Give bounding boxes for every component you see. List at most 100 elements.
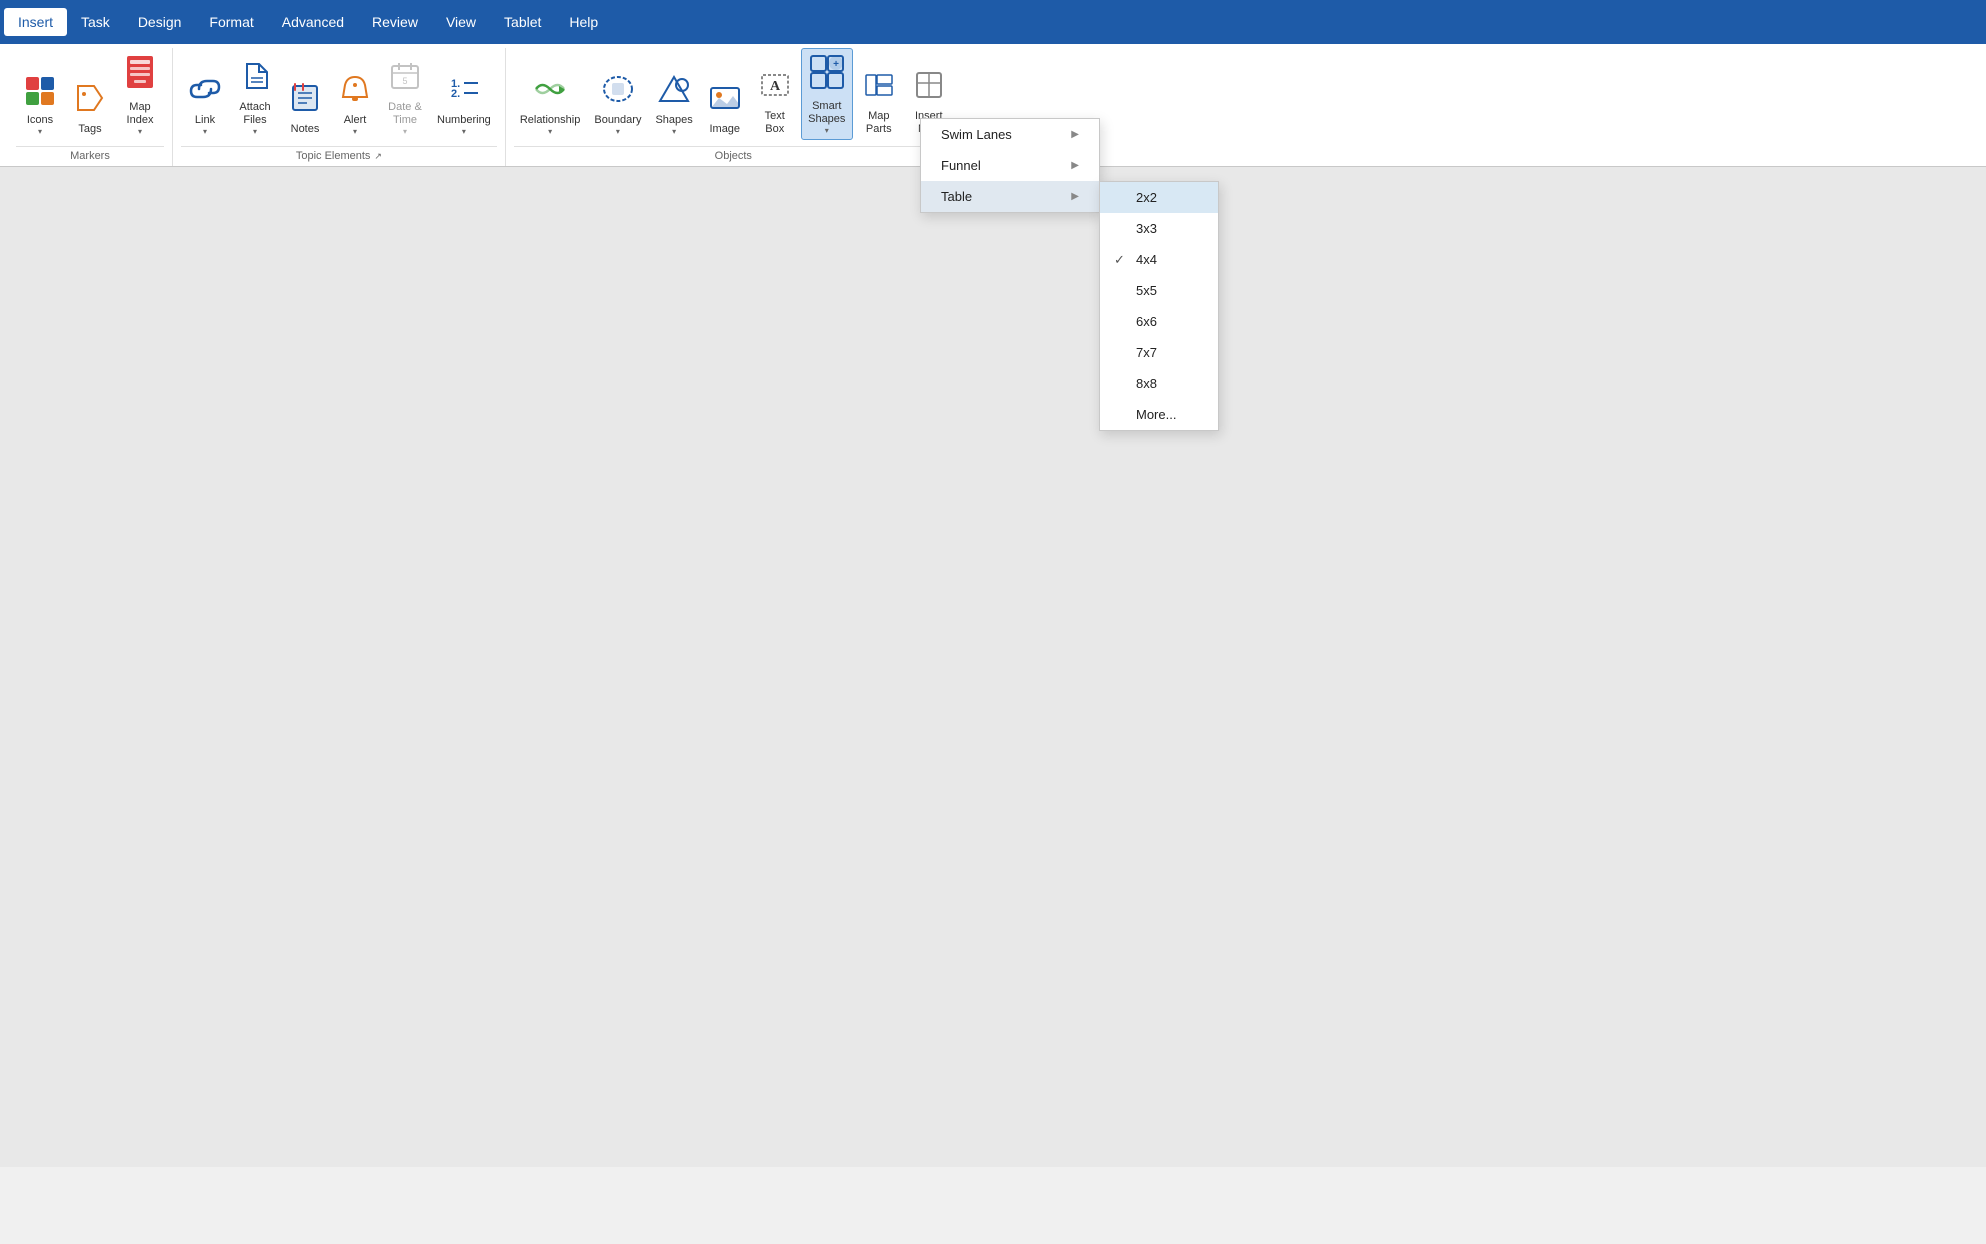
btn-date-time-label: Date &Time bbox=[388, 101, 422, 127]
map-index-dropdown-arrow: ▾ bbox=[138, 127, 142, 136]
smart-shapes-dropdown: Swim Lanes ▶ Funnel ▶ Table ▶ 2x2 bbox=[920, 118, 1100, 213]
btn-smart-shapes-label: SmartShapes bbox=[808, 100, 845, 126]
text-box-icon: A bbox=[759, 69, 791, 108]
menu-advanced[interactable]: Advanced bbox=[268, 8, 358, 36]
btn-icons[interactable]: Icons ▾ bbox=[16, 68, 64, 140]
4x4-label: 4x4 bbox=[1136, 252, 1157, 267]
6x6-label: 6x6 bbox=[1136, 314, 1157, 329]
menu-format[interactable]: Format bbox=[195, 8, 267, 36]
numbering-icon: 1. 2. bbox=[448, 73, 480, 112]
submenu-item-4x4[interactable]: ✓ 4x4 bbox=[1100, 244, 1218, 275]
numbering-dropdown-arrow: ▾ bbox=[462, 127, 466, 136]
notes-icon bbox=[289, 82, 321, 121]
submenu-item-2x2[interactable]: 2x2 bbox=[1100, 182, 1218, 213]
btn-date-time[interactable]: 5 Date &Time ▾ bbox=[381, 56, 429, 140]
btn-image-label: Image bbox=[709, 123, 740, 136]
btn-map-parts-label: MapParts bbox=[866, 110, 892, 136]
btn-attach-files[interactable]: AttachFiles ▾ bbox=[231, 56, 279, 140]
btn-shapes[interactable]: Shapes ▾ bbox=[649, 68, 698, 140]
menu-help[interactable]: Help bbox=[555, 8, 612, 36]
submenu-item-7x7[interactable]: 7x7 bbox=[1100, 337, 1218, 368]
btn-map-parts[interactable]: MapParts bbox=[855, 65, 903, 140]
link-dropdown-arrow: ▾ bbox=[203, 127, 207, 136]
btn-link[interactable]: Link ▾ bbox=[181, 68, 229, 140]
swim-lanes-label: Swim Lanes bbox=[941, 127, 1012, 142]
map-index-icon bbox=[124, 54, 156, 99]
shapes-icon bbox=[658, 73, 690, 112]
icons-icon bbox=[24, 73, 56, 112]
menu-insert[interactable]: Insert bbox=[4, 8, 67, 36]
btn-numbering-label: Numbering bbox=[437, 114, 491, 127]
btn-boundary-label: Boundary bbox=[594, 114, 641, 127]
group-topic-elements: Link ▾ AttachFiles bbox=[173, 48, 506, 166]
btn-map-index-label: MapIndex bbox=[127, 101, 154, 127]
btn-notes-label: Notes bbox=[291, 123, 320, 136]
alert-icon bbox=[339, 73, 371, 112]
menu-task[interactable]: Task bbox=[67, 8, 124, 36]
table-arrow: ▶ bbox=[1071, 191, 1079, 202]
svg-text:5: 5 bbox=[402, 76, 407, 86]
4x4-check: ✓ bbox=[1114, 252, 1130, 268]
group-objects-label: Objects bbox=[715, 150, 752, 162]
svg-text:+: + bbox=[833, 59, 839, 70]
menu-item-table[interactable]: Table ▶ 2x2 3x3 ✓ 4x4 bbox=[921, 181, 1099, 212]
btn-notes[interactable]: Notes bbox=[281, 68, 329, 140]
8x8-label: 8x8 bbox=[1136, 376, 1157, 391]
more-label: More... bbox=[1136, 407, 1176, 422]
tags-icon bbox=[74, 82, 106, 121]
btn-tags-label: Tags bbox=[78, 123, 101, 136]
smart-shapes-dropdown-arrow: ▾ bbox=[825, 126, 829, 135]
btn-link-label: Link bbox=[195, 114, 215, 127]
submenu-item-6x6[interactable]: 6x6 bbox=[1100, 306, 1218, 337]
attach-files-dropdown-arrow: ▾ bbox=[253, 127, 257, 136]
table-label: Table bbox=[941, 189, 972, 204]
topic-elements-expand-icon[interactable]: ↗ bbox=[374, 151, 382, 162]
btn-alert[interactable]: Alert ▾ bbox=[331, 68, 379, 140]
btn-icons-label: Icons bbox=[27, 114, 53, 127]
5x5-label: 5x5 bbox=[1136, 283, 1157, 298]
link-icon bbox=[189, 73, 221, 112]
menu-item-swim-lanes[interactable]: Swim Lanes ▶ bbox=[921, 119, 1099, 150]
7x7-label: 7x7 bbox=[1136, 345, 1157, 360]
svg-text:A: A bbox=[770, 79, 781, 94]
btn-attach-files-label: AttachFiles bbox=[239, 101, 270, 127]
insert-map-icon bbox=[913, 69, 945, 108]
group-markers-label: Markers bbox=[70, 150, 110, 162]
btn-relationship[interactable]: Relationship ▾ bbox=[514, 68, 587, 140]
btn-relationship-label: Relationship bbox=[520, 114, 581, 127]
submenu-item-5x5[interactable]: 5x5 bbox=[1100, 275, 1218, 306]
menu-bar: Insert Task Design Format Advanced Revie… bbox=[0, 0, 1986, 44]
btn-image[interactable]: Image bbox=[701, 68, 749, 140]
funnel-label: Funnel bbox=[941, 158, 981, 173]
icons-dropdown-arrow: ▾ bbox=[38, 127, 42, 136]
shapes-dropdown-arrow: ▾ bbox=[672, 127, 676, 136]
relationship-dropdown-arrow: ▾ bbox=[548, 127, 552, 136]
menu-review[interactable]: Review bbox=[358, 8, 432, 36]
submenu-item-3x3[interactable]: 3x3 bbox=[1100, 213, 1218, 244]
btn-numbering[interactable]: 1. 2. Numbering ▾ bbox=[431, 68, 497, 140]
relationship-icon bbox=[532, 73, 568, 112]
group-topic-elements-label: Topic Elements bbox=[296, 150, 371, 162]
btn-text-box[interactable]: A TextBox bbox=[751, 65, 799, 140]
menu-item-funnel[interactable]: Funnel ▶ bbox=[921, 150, 1099, 181]
menu-view[interactable]: View bbox=[432, 8, 490, 36]
btn-map-index[interactable]: MapIndex ▾ bbox=[116, 50, 164, 140]
alert-dropdown-arrow: ▾ bbox=[353, 127, 357, 136]
submenu-item-more[interactable]: More... bbox=[1100, 399, 1218, 430]
menu-design[interactable]: Design bbox=[124, 8, 196, 36]
btn-text-box-label: TextBox bbox=[765, 110, 785, 136]
2x2-label: 2x2 bbox=[1136, 190, 1157, 205]
attach-files-icon bbox=[239, 60, 271, 99]
btn-boundary[interactable]: Boundary ▾ bbox=[588, 68, 647, 140]
submenu-item-8x8[interactable]: 8x8 bbox=[1100, 368, 1218, 399]
swim-lanes-arrow: ▶ bbox=[1071, 129, 1079, 140]
3x3-label: 3x3 bbox=[1136, 221, 1157, 236]
group-objects: Relationship ▾ Boundary ▾ bbox=[506, 48, 961, 166]
smart-shapes-icon: + bbox=[808, 53, 846, 98]
main-content bbox=[0, 167, 1986, 1167]
btn-alert-label: Alert bbox=[344, 114, 367, 127]
btn-tags[interactable]: Tags bbox=[66, 68, 114, 140]
btn-smart-shapes[interactable]: + SmartShapes ▾ bbox=[801, 48, 853, 140]
map-parts-icon bbox=[863, 69, 895, 108]
menu-tablet[interactable]: Tablet bbox=[490, 8, 555, 36]
